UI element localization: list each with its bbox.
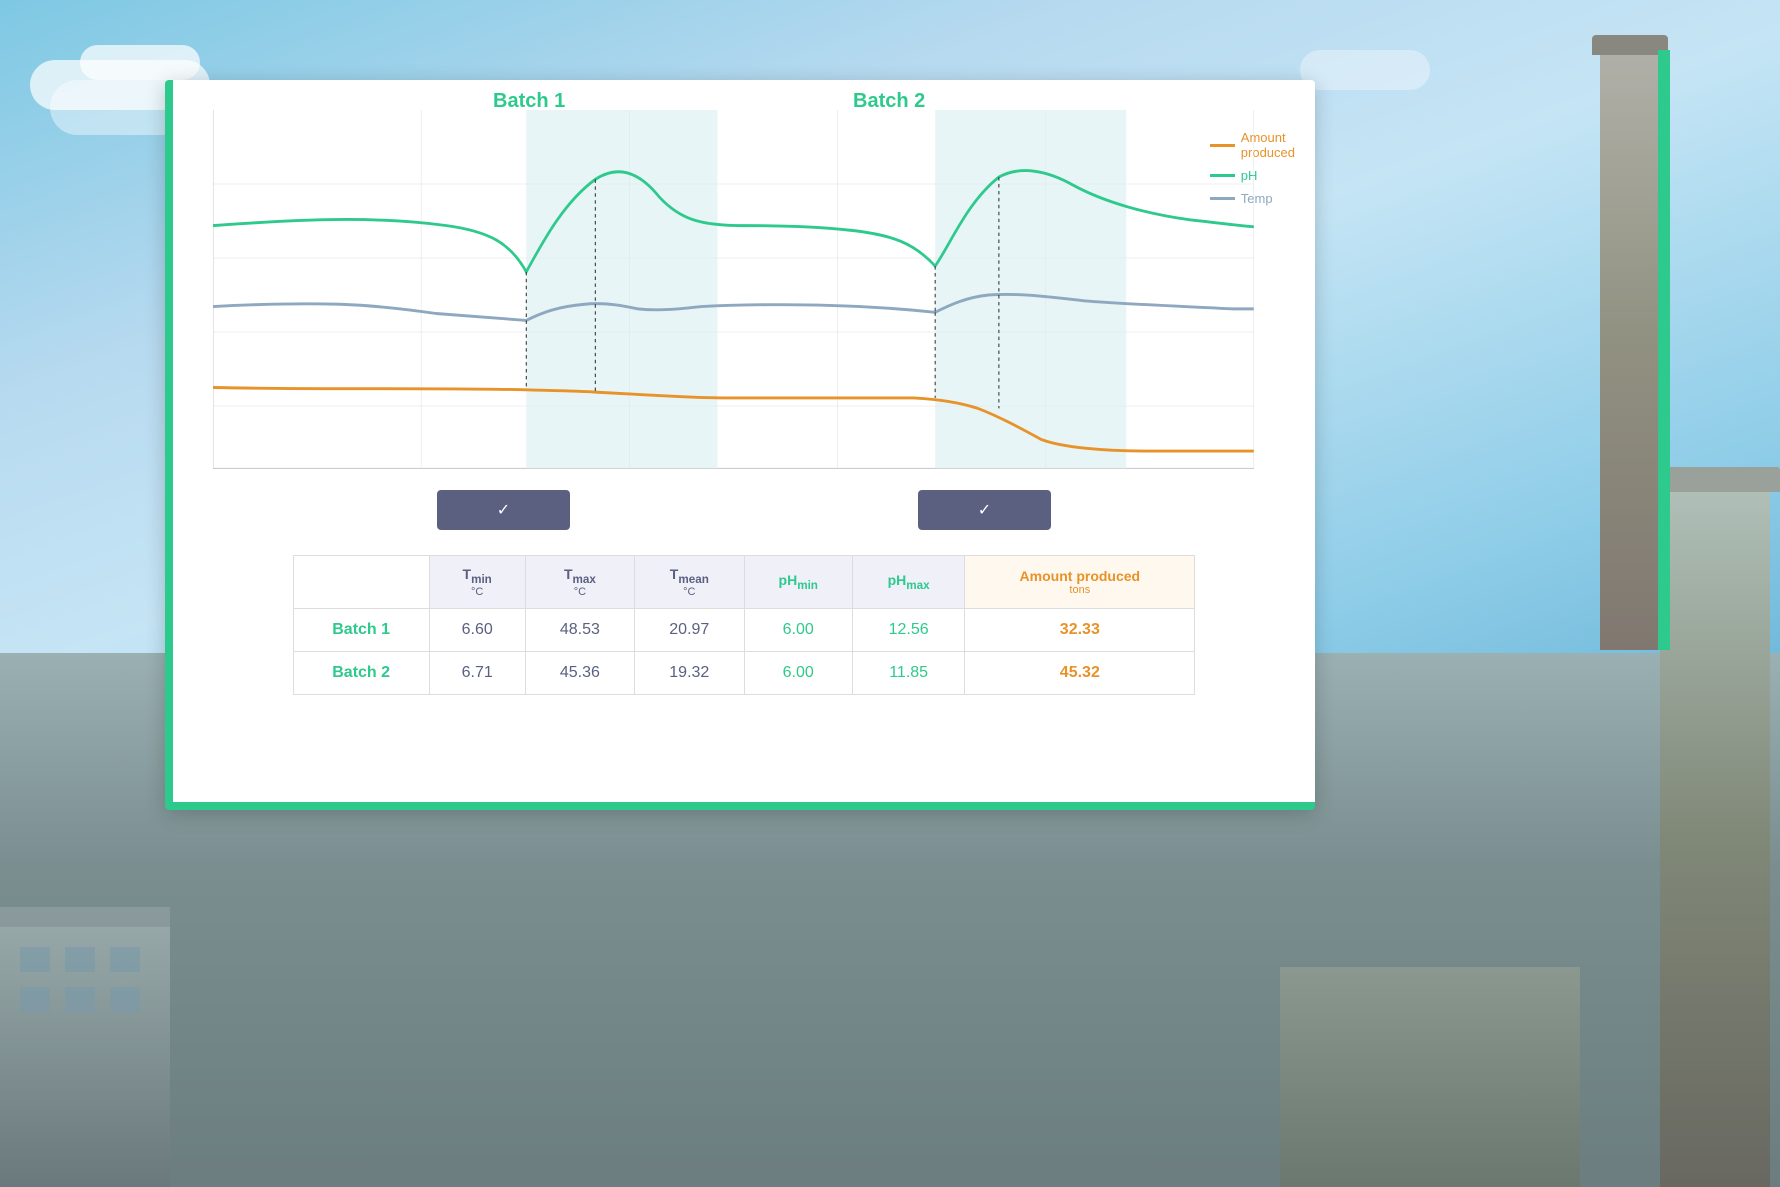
td-batch1-phmax: 12.56	[852, 608, 964, 651]
td-batch2-phmax: 11.85	[852, 651, 964, 694]
batch2-check-button[interactable]: ✓	[918, 490, 1051, 530]
chart-svg	[213, 110, 1275, 480]
th-tmin: Tmin °C	[429, 556, 525, 609]
th-tmax-label: Tmax	[564, 566, 596, 582]
table-row: Batch 2 6.71 45.36 19.32 6.00 11.85 45.3…	[293, 651, 1195, 694]
window	[20, 987, 50, 1012]
td-batch2-tmax: 45.36	[525, 651, 634, 694]
td-batch2: Batch 2	[293, 651, 429, 694]
th-tmin-label: Tmin	[463, 566, 492, 582]
billboard-panel: Batch 1 Batch 2 Amountproduced pH Temp	[165, 80, 1315, 810]
chart-area	[213, 110, 1275, 480]
td-batch2-tmean: 19.32	[635, 651, 744, 694]
th-phmin-label: pHmin	[779, 572, 818, 588]
th-phmin: pHmin	[744, 556, 852, 609]
th-amount: Amount produced tons	[965, 556, 1195, 609]
building-left-roof	[0, 907, 170, 927]
window	[110, 947, 140, 972]
billboard-container: Batch 1 Batch 2 Amountproduced pH Temp	[165, 80, 1315, 810]
th-phmax-label: pHmax	[888, 572, 930, 588]
chimney-building	[1660, 487, 1770, 1187]
th-batch	[293, 556, 429, 609]
th-tmin-unit: °C	[446, 586, 509, 598]
th-tmean: Tmean °C	[635, 556, 744, 609]
chimney	[1600, 50, 1660, 650]
window	[20, 947, 50, 972]
th-tmean-label: Tmean	[670, 566, 709, 582]
th-phmax: pHmax	[852, 556, 964, 609]
window	[65, 947, 95, 972]
building-right	[1280, 967, 1580, 1187]
td-batch2-amount: 45.32	[965, 651, 1195, 694]
td-batch1-tmax: 48.53	[525, 608, 634, 651]
td-batch1-tmean: 20.97	[635, 608, 744, 651]
td-batch1-phmin: 6.00	[744, 608, 852, 651]
td-batch1-tmin: 6.60	[429, 608, 525, 651]
th-amount-label: Amount produced	[1020, 568, 1141, 584]
cloud-2	[80, 45, 200, 80]
chimney-top	[1592, 35, 1668, 55]
window	[110, 987, 140, 1012]
building-left	[0, 907, 170, 1187]
td-batch2-phmin: 6.00	[744, 651, 852, 694]
batch1-check-button[interactable]: ✓	[437, 490, 570, 530]
td-batch2-tmin: 6.71	[429, 651, 525, 694]
td-batch1-amount: 32.33	[965, 608, 1195, 651]
td-batch1: Batch 1	[293, 608, 429, 651]
check-buttons-row: ✓ ✓	[213, 490, 1275, 530]
green-accent-strip	[1658, 50, 1670, 650]
table-row: Batch 1 6.60 48.53 20.97 6.00 12.56 32.3…	[293, 608, 1195, 651]
th-amount-unit: tons	[981, 584, 1178, 596]
window	[65, 987, 95, 1012]
cloud-6	[1300, 50, 1430, 90]
th-tmean-unit: °C	[651, 586, 727, 598]
th-tmax-unit: °C	[542, 586, 618, 598]
th-tmax: Tmax °C	[525, 556, 634, 609]
data-table: Tmin °C Tmax °C Tmean °C pHmin	[293, 555, 1196, 695]
